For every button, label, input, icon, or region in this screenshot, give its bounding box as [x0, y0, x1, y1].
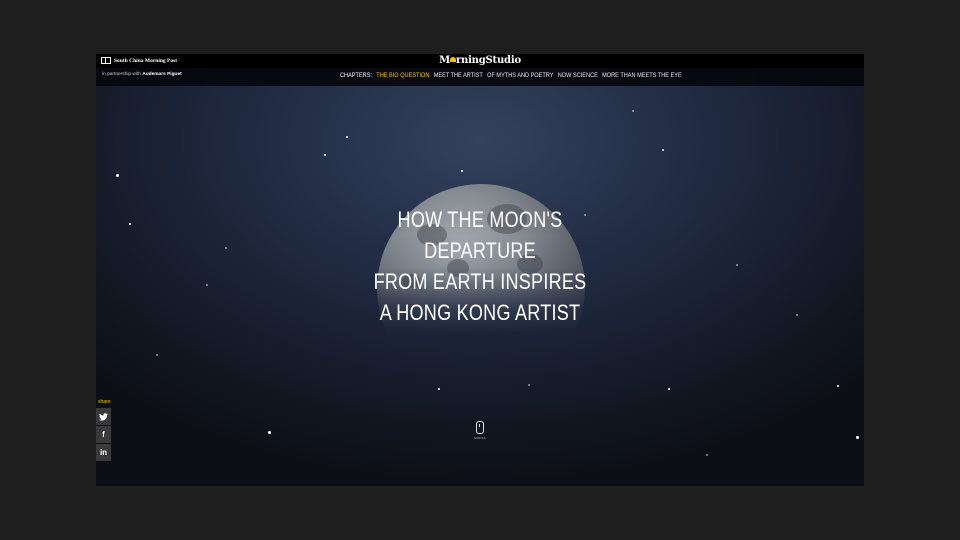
star	[528, 384, 530, 386]
star	[324, 154, 326, 156]
star	[268, 431, 271, 434]
partner-credit: in partnership with Audemars Piguet	[102, 72, 182, 77]
headline-line: HOW THE MOON'S	[397, 207, 563, 232]
linkedin-share-button[interactable]: in	[96, 444, 111, 461]
star	[662, 149, 664, 151]
mouse-scroll-icon	[476, 421, 484, 434]
chapter-myths-and-poetry[interactable]: OF MYTHS AND POETRY	[487, 72, 553, 79]
facebook-share-button[interactable]: f	[96, 426, 111, 443]
share-label: share	[98, 399, 111, 405]
headline-line: FROM EARTH INSPIRES	[373, 269, 587, 294]
scroll-indicator[interactable]: SCROLL	[474, 421, 486, 440]
headline-line: DEPARTURE	[424, 238, 536, 263]
facebook-icon: f	[102, 430, 105, 439]
scroll-label: SCROLL	[474, 436, 487, 440]
chapter-nav-bar: in partnership with Audemars Piguet CHAP…	[96, 68, 864, 86]
star	[668, 388, 670, 390]
twitter-share-button[interactable]	[96, 408, 111, 425]
star	[856, 436, 859, 439]
chapter-meet-the-artist[interactable]: MEET THE ARTIST	[434, 72, 483, 79]
share-panel: share f in	[96, 399, 111, 462]
top-bar: South China Morning Post MrningStudio	[96, 54, 864, 68]
chapters-label: CHAPTERS:	[340, 72, 372, 79]
star	[116, 174, 119, 177]
headline-line: A HONG KONG ARTIST	[379, 300, 581, 325]
chapter-now-science[interactable]: NOW SCIENCE	[558, 72, 598, 79]
star	[156, 354, 158, 356]
chapters-menu: CHAPTERS: THE BIG QUESTION MEET THE ARTI…	[340, 72, 682, 79]
star	[632, 110, 634, 112]
chapter-more-than-meets-the-eye[interactable]: MORE THAN MEETS THE EYE	[602, 72, 682, 79]
star	[438, 388, 440, 390]
morning-studio-logo[interactable]: MrningStudio	[96, 55, 864, 66]
star	[837, 385, 839, 387]
star	[346, 136, 348, 138]
chapter-big-question[interactable]: THE BIG QUESTION	[376, 72, 429, 79]
star	[461, 170, 463, 172]
twitter-icon	[99, 412, 108, 421]
page-viewport: South China Morning Post MrningStudio in…	[96, 54, 864, 486]
hero-headline: HOW THE MOON'S DEPARTURE FROM EARTH INSP…	[96, 204, 864, 328]
star	[706, 454, 708, 456]
linkedin-icon: in	[99, 448, 108, 457]
